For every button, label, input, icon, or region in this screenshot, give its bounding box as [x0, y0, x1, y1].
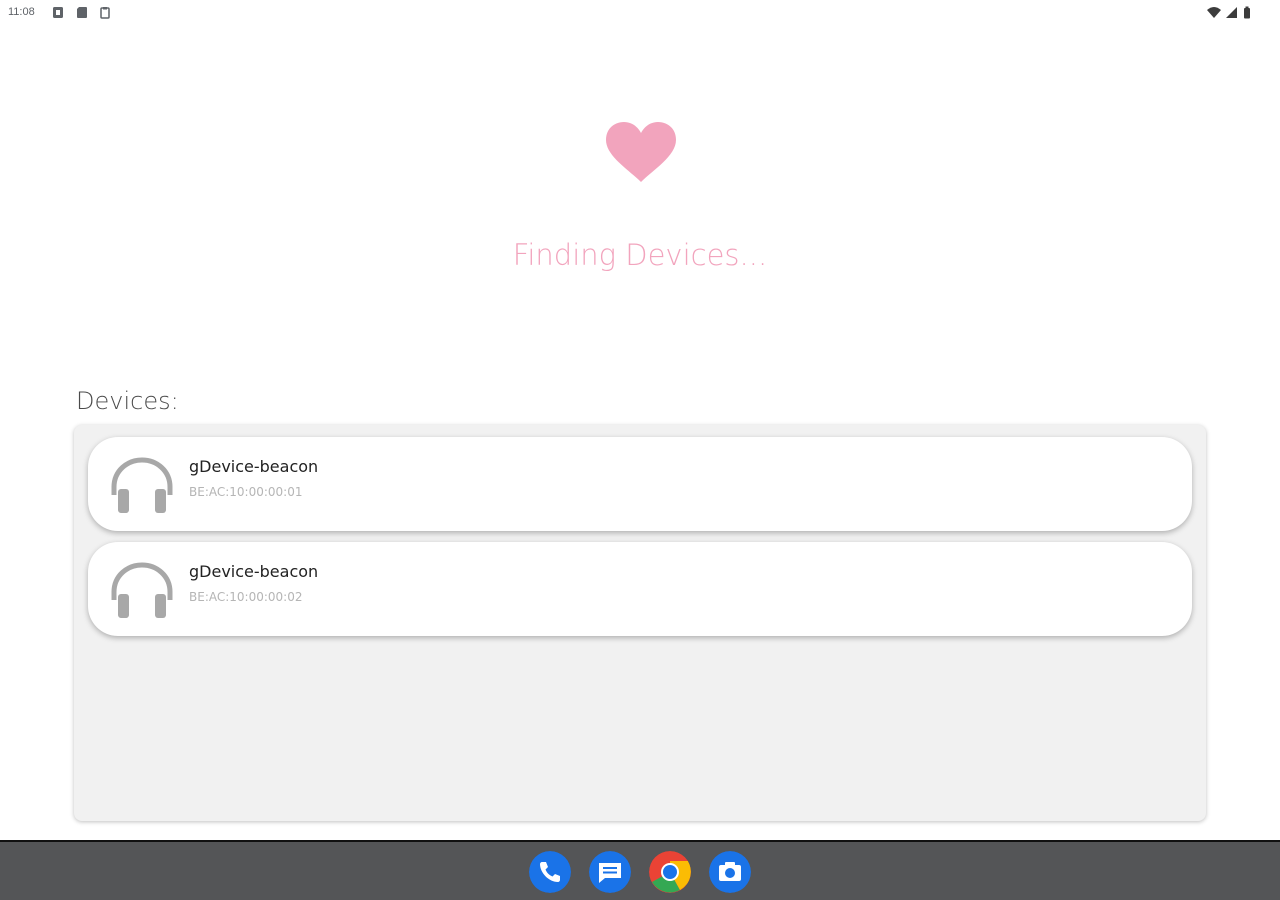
taskbar [0, 840, 1280, 900]
sd-card-icon [77, 7, 87, 18]
heart-icon [606, 122, 676, 182]
notification-icon [53, 7, 63, 18]
headphones-icon [111, 457, 173, 513]
device-list-item[interactable]: gDevice-beacon BE:AC:10:00:00:02 [88, 542, 1192, 636]
finding-devices-status: Finding Devices... [512, 238, 768, 272]
phone-app-icon[interactable] [529, 851, 571, 893]
headphones-icon [111, 562, 173, 618]
device-name: gDevice-beacon [189, 457, 319, 476]
camera-app-icon[interactable] [709, 851, 751, 893]
chrome-app-icon[interactable] [649, 851, 691, 893]
clipboard-icon [100, 7, 110, 19]
wifi-icon [1207, 7, 1221, 18]
device-list: gDevice-beacon BE:AC:10:00:00:01 gDevice… [74, 425, 1206, 821]
status-time: 11:08 [8, 6, 35, 18]
messages-app-icon[interactable] [589, 851, 631, 893]
battery-icon [1244, 6, 1250, 19]
device-name: gDevice-beacon [189, 562, 319, 581]
device-address: BE:AC:10:00:00:02 [189, 590, 303, 604]
device-address: BE:AC:10:00:00:01 [189, 485, 303, 499]
status-bar: 11:08 [0, 0, 1280, 26]
device-list-item[interactable]: gDevice-beacon BE:AC:10:00:00:01 [88, 437, 1192, 531]
signal-icon [1226, 7, 1237, 18]
devices-heading: Devices: [76, 387, 179, 415]
